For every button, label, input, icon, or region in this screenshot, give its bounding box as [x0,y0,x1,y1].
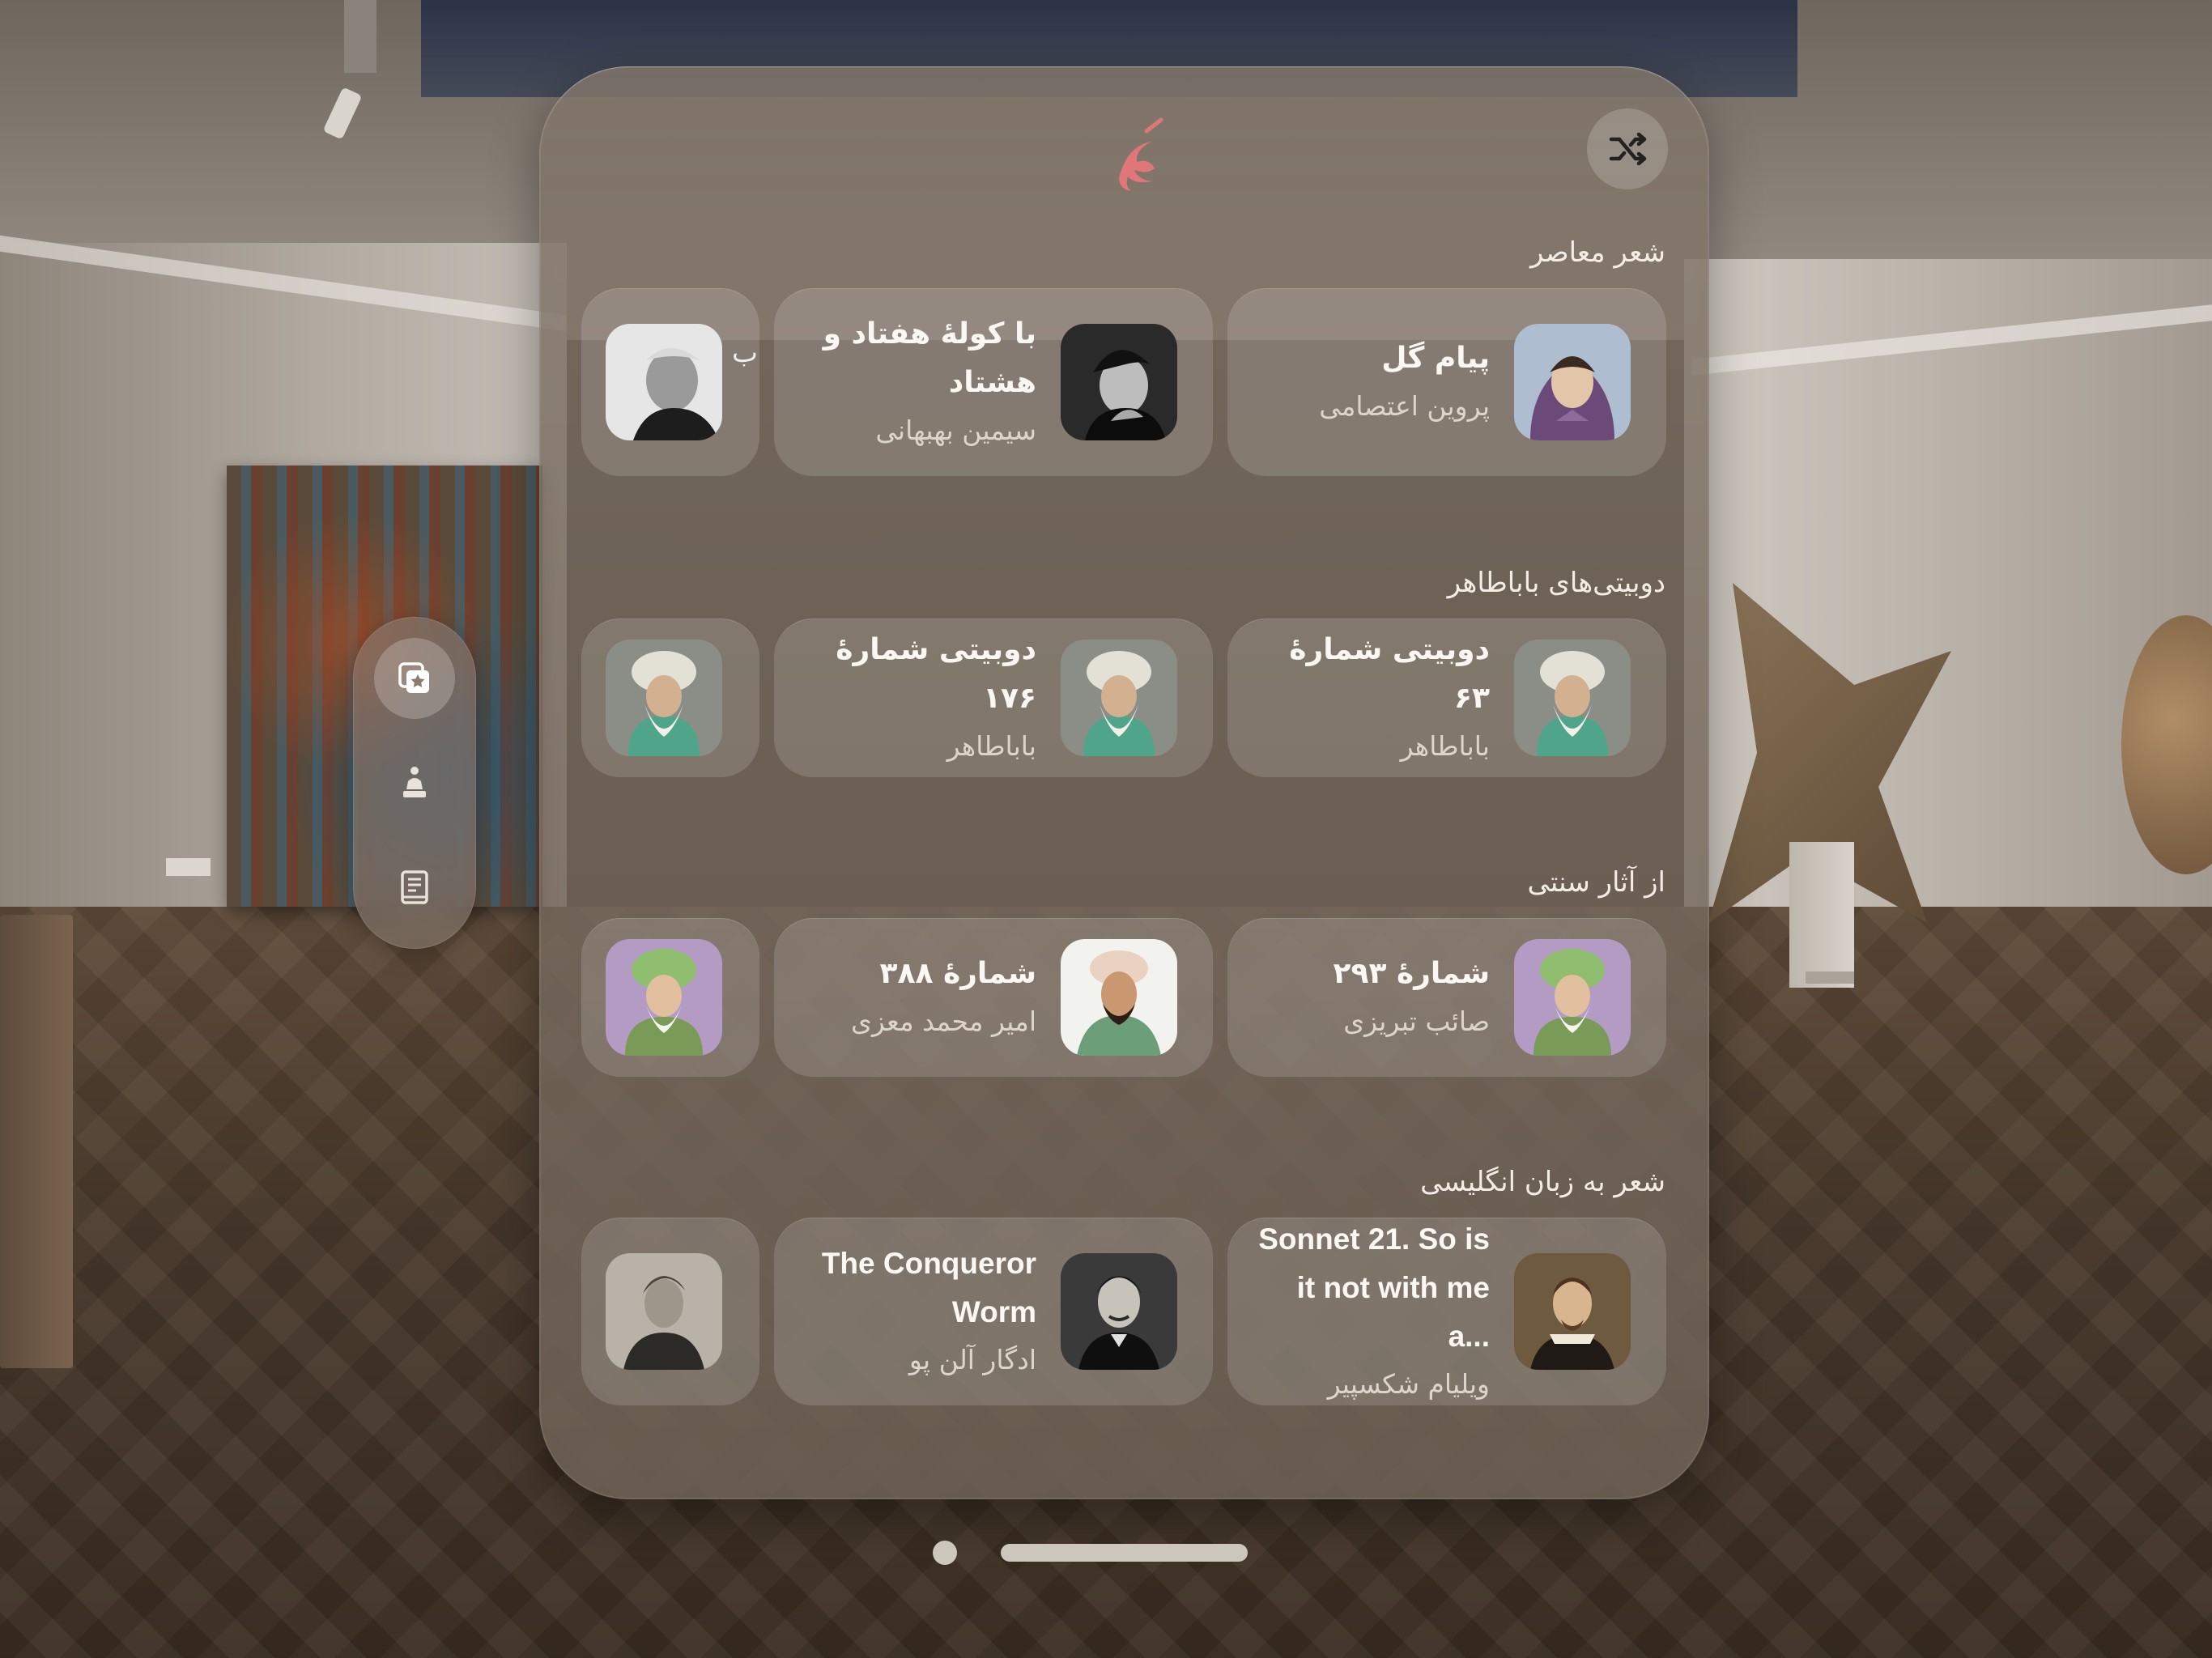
poet-avatar [606,640,722,756]
portrait-man-bw [606,324,722,440]
portrait-shakespeare [1514,1253,1631,1370]
poet-avatar [606,324,722,440]
poem-card-partial[interactable] [581,619,759,777]
tab-books[interactable] [374,847,455,928]
portrait-green-turban [606,939,722,1056]
poet-name: صائب تبریزی [1343,1005,1490,1037]
poem-title: Sonnet 21. So is it not with me a... [1258,1222,1490,1353]
poet-name: پروین اعتصامی [1319,390,1490,422]
section-title-english: شعر به زبان انگلیسی [1420,1166,1665,1198]
page-indicator-dot[interactable] [933,1541,957,1565]
poet-name: سیمین بهبهانی [875,414,1036,446]
tab-bar [353,617,476,949]
poem-card[interactable]: The Conqueror Worm ادگار آلن پو [774,1218,1213,1405]
poem-title: The Conqueror Worm [821,1247,1036,1329]
poem-card[interactable]: شمارهٔ ۳۸۸ امیر محمد معزی [774,918,1213,1077]
window-grab-bar[interactable] [1001,1544,1248,1562]
portrait-green-turban [1514,939,1631,1056]
portrait-woman-headscarf [1514,324,1631,440]
poem-title: شمارهٔ ۲۹۳ [1333,957,1491,990]
poet-name: ویلیام شکسپیر [1327,1368,1490,1400]
poet-avatar [1061,939,1177,1056]
lamp-rail [344,0,376,73]
poet-name: امیر محمد معزی [850,1005,1036,1037]
poet-name: باباطاهر [946,730,1036,762]
bench [0,915,73,1368]
favorites-icon [398,662,429,693]
app-logo [1119,117,1163,191]
painting-plaque [166,858,211,876]
poem-card[interactable]: دوبیتی شمارهٔ ۶۳ باباطاهر [1227,619,1666,777]
tab-poets[interactable] [374,742,455,823]
poem-card[interactable]: پیام گل پروین اعتصامی [1227,288,1666,476]
poem-title: دوبیتی شمارهٔ ۱۷۶ [836,633,1036,715]
poem-title: دوبیتی شمارهٔ ۶۳ [1289,633,1490,715]
poem-card-partial[interactable] [581,1218,759,1405]
poem-card[interactable]: با کولهٔ هفتاد و هشتاد سیمین بهبهانی [774,288,1213,476]
poet-avatar [1514,640,1631,756]
poem-title: با کولهٔ هفتاد و هشتاد [823,317,1036,399]
pedestal [1789,842,1854,988]
poem-card-partial[interactable] [581,918,759,1077]
poem-card[interactable]: شمارهٔ ۲۹۳ صائب تبریزی [1227,918,1666,1077]
poet-avatar [1061,1253,1177,1370]
section-title-traditional: از آثار سنتی [1527,866,1665,899]
poet-icon [403,767,426,797]
poem-card[interactable]: Sonnet 21. So is it not with me a... ویل… [1227,1218,1666,1405]
poet-avatar [1514,939,1631,1056]
book-icon [401,870,428,904]
poem-card-partial[interactable]: ب [581,288,759,476]
shuffle-icon [1609,132,1647,166]
poet-avatar [606,939,722,1056]
shuffle-button[interactable] [1587,108,1668,189]
portrait-turban-sage [1061,640,1177,756]
portrait-woman-bw [1061,324,1177,440]
poem-title: شمارهٔ ۳۸۸ [879,957,1037,990]
poet-avatar [606,1253,722,1370]
portrait-painted-man [1061,939,1177,1056]
section-title-contemporary: شعر معاصر [1529,236,1665,269]
pedestal-base [1806,971,1854,984]
poet-name: ادگار آلن پو [908,1344,1036,1375]
main-window: شعر معاصر پیام گل پروین اعتصامی با کولهٔ… [539,66,1709,1499]
poem-card[interactable]: دوبیتی شمارهٔ ۱۷۶ باباطاهر [774,619,1213,777]
poet-avatar [1061,640,1177,756]
section-title-baba-taher: دوبیتی‌های باباطاهر [1447,567,1665,599]
poet-avatar [1514,1253,1631,1370]
tab-favorites[interactable] [374,638,455,719]
poet-avatar [1061,324,1177,440]
poem-title: پیام گل [1381,342,1490,375]
portrait-poe [1061,1253,1177,1370]
portrait-yeats [606,1253,722,1370]
portrait-turban-sage [1514,640,1631,756]
poet-avatar [1514,324,1631,440]
portrait-turban-sage [606,640,722,756]
poet-name: باباطاهر [1400,730,1490,762]
